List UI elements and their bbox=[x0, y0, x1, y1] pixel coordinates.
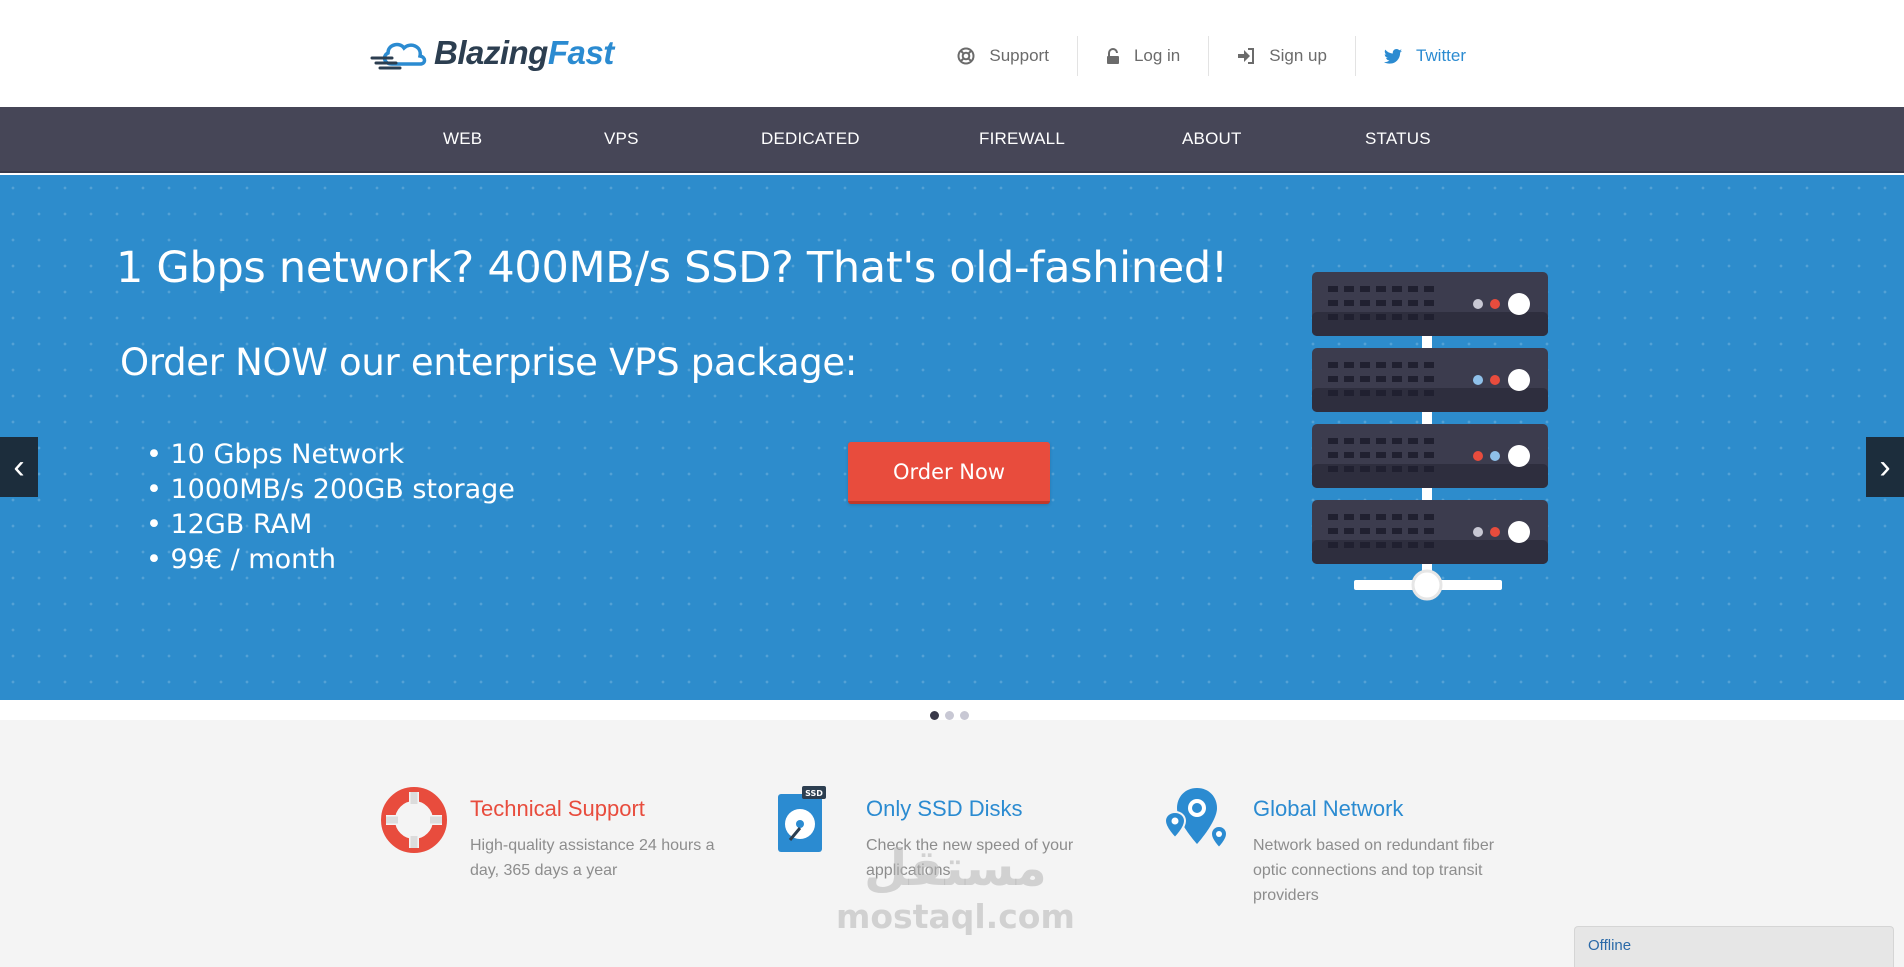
map-pin-icon bbox=[1163, 788, 1229, 850]
twitter-link-label: Twitter bbox=[1415, 46, 1466, 65]
carousel-dot[interactable] bbox=[945, 711, 954, 720]
feature-title: Global Network bbox=[1253, 796, 1404, 821]
chat-status: Offline bbox=[1588, 937, 1632, 954]
hero-feature-list: • 10 Gbps Network • 1000MB/s 200GB stora… bbox=[146, 437, 515, 577]
feature-title: Technical Support bbox=[470, 796, 645, 821]
main-nav: WEB VPS DEDICATED FIREWALL ABOUT STATUS bbox=[0, 107, 1904, 173]
feature-description: Network based on redundant fiber optic c… bbox=[1253, 837, 1495, 904]
login-link[interactable]: Log in bbox=[1076, 36, 1208, 76]
lifebuoy-icon bbox=[381, 787, 447, 853]
list-item: • 12GB RAM bbox=[146, 509, 313, 540]
ssd-disk-icon: SSD bbox=[778, 786, 826, 852]
chevron-right-icon: › bbox=[1879, 447, 1891, 486]
support-link-label: Support bbox=[989, 46, 1049, 65]
chevron-left-icon: ‹ bbox=[13, 447, 25, 486]
nav-item-status[interactable]: STATUS bbox=[1365, 129, 1431, 149]
lock-icon bbox=[1106, 47, 1119, 64]
twitter-link[interactable]: Twitter bbox=[1354, 36, 1494, 76]
twitter-icon bbox=[1383, 48, 1402, 64]
login-link-label: Log in bbox=[1133, 46, 1181, 65]
list-item: • 99€ / month bbox=[146, 544, 336, 575]
feature-title: Only SSD Disks bbox=[866, 796, 1023, 821]
cloud-speed-logo-icon bbox=[370, 42, 427, 70]
order-now-button[interactable]: Order Now bbox=[848, 442, 1050, 504]
feature-description: Check the new speed of your applications bbox=[866, 837, 1074, 879]
signup-link-label: Sign up bbox=[1269, 46, 1327, 65]
hero-headline: 1 Gbps network? 400MB/s SSD? That's old-… bbox=[116, 243, 1228, 293]
carousel-dots bbox=[930, 711, 969, 720]
lifebuoy-icon bbox=[957, 47, 975, 65]
signup-link[interactable]: Sign up bbox=[1208, 36, 1355, 76]
nav-item-firewall[interactable]: FIREWALL bbox=[979, 129, 1065, 149]
slider-next-button[interactable]: › bbox=[1866, 437, 1904, 497]
top-links: Support Log in Sign up Twitter bbox=[929, 36, 1494, 76]
carousel-dot[interactable] bbox=[930, 711, 939, 720]
server-rack-illustration bbox=[1312, 272, 1548, 601]
support-link[interactable]: Support bbox=[929, 36, 1077, 76]
list-item: • 10 Gbps Network bbox=[146, 439, 405, 470]
ssd-badge: SSD bbox=[805, 789, 823, 798]
site-header: BlazingFast Support Log in Sign up Twitt… bbox=[0, 0, 1904, 107]
hero-subheadline: Order NOW our enterprise VPS package: bbox=[120, 341, 858, 384]
live-chat-widget[interactable]: Offline bbox=[1574, 926, 1894, 967]
logo[interactable]: BlazingFast bbox=[370, 34, 614, 72]
nav-item-dedicated[interactable]: DEDICATED bbox=[761, 129, 860, 149]
nav-item-web[interactable]: WEB bbox=[443, 129, 482, 149]
logo-text: BlazingFast bbox=[434, 34, 614, 71]
feature-description: High-quality assistance 24 hours a day, … bbox=[470, 837, 715, 879]
nav-item-about[interactable]: ABOUT bbox=[1182, 129, 1242, 149]
nav-item-vps[interactable]: VPS bbox=[604, 129, 639, 149]
list-item: • 1000MB/s 200GB storage bbox=[146, 474, 515, 505]
hero-slider: 1 Gbps network? 400MB/s SSD? That's old-… bbox=[0, 175, 1904, 700]
sign-in-icon bbox=[1238, 48, 1255, 64]
slider-prev-button[interactable]: ‹ bbox=[0, 437, 38, 497]
carousel-dot[interactable] bbox=[960, 711, 969, 720]
